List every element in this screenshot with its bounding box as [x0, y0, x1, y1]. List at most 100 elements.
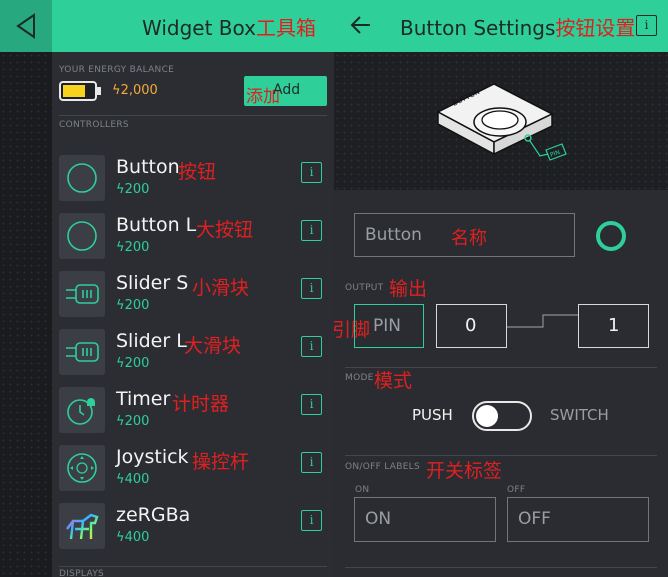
- pin-select-button[interactable]: PIN: [354, 304, 424, 348]
- energy-bolt-icon: ϟ: [116, 530, 125, 545]
- zebra-icon: [59, 503, 105, 549]
- illustration-area: BUTTON PIN: [334, 52, 668, 190]
- widget-price: ϟ200: [116, 298, 150, 313]
- page-title: Widget Box工具箱: [142, 12, 316, 41]
- widget-name: Slider L: [116, 330, 187, 352]
- mode-push-label: PUSH: [412, 406, 453, 424]
- step-line-icon: [507, 314, 578, 328]
- balance-label: YOUR ENERGY BALANCE: [59, 65, 175, 75]
- off-caption: OFF: [507, 485, 526, 495]
- widget-panel: YOUR ENERGY BALANCE ϟ2,000 添加 Add CONTRO…: [52, 52, 334, 577]
- widget-row[interactable]: Joystick 操控杆 ϟ400 i: [52, 443, 334, 501]
- info-button[interactable]: i: [301, 278, 322, 299]
- widget-price: ϟ200: [116, 240, 150, 255]
- add-energy-button[interactable]: 添加 Add: [244, 76, 327, 107]
- displays-label: DISPLAYS: [59, 569, 105, 577]
- slider-icon: [59, 329, 105, 375]
- widget-row[interactable]: Slider S 小滑块 ϟ200 i: [52, 269, 334, 327]
- settings-title-text: Button Settings: [400, 16, 556, 40]
- circle-icon: [59, 155, 105, 201]
- canvas-strip: [0, 52, 52, 577]
- energy-bolt-icon: ϟ: [116, 298, 125, 313]
- timer-icon: [59, 387, 105, 433]
- mode-toggle[interactable]: [472, 401, 532, 431]
- mode-label: MODE: [345, 373, 374, 383]
- circle-icon: [59, 213, 105, 259]
- divider: [59, 566, 327, 567]
- energy-bolt-icon: ϟ: [116, 182, 125, 197]
- widget-name: Joystick: [116, 446, 189, 468]
- controllers-label: CONTROLLERS: [59, 120, 129, 130]
- widget-price: ϟ200: [116, 356, 150, 371]
- widget-row[interactable]: zeRGBa ϟ400 i: [52, 501, 334, 559]
- back-triangle-icon: [16, 13, 35, 39]
- pin-label: PIN: [373, 316, 401, 336]
- widget-annotation: 大滑块: [184, 335, 242, 357]
- divider: [59, 115, 327, 116]
- low-value-input[interactable]: 0: [436, 304, 507, 348]
- widget-row[interactable]: Slider L 大滑块 ϟ200 i: [52, 327, 334, 385]
- high-value-input[interactable]: 1: [578, 304, 649, 348]
- button-illustration-icon: BUTTON PIN: [436, 83, 567, 161]
- on-caption: ON: [355, 485, 370, 495]
- joystick-icon: [59, 445, 105, 491]
- energy-bolt-icon: ϟ: [112, 83, 121, 98]
- widget-name: zeRGBa: [116, 504, 191, 526]
- widget-annotation: 操控杆: [192, 451, 250, 473]
- name-input[interactable]: Button 名称: [354, 213, 575, 257]
- low-value: 0: [465, 315, 477, 336]
- info-button[interactable]: i: [301, 452, 322, 473]
- widget-price: ϟ400: [116, 472, 150, 487]
- button-settings-screen: Button Settings按钮设置 i BUTTON PIN Button …: [334, 0, 668, 577]
- battery-icon: [59, 81, 101, 101]
- back-arrow-icon[interactable]: [350, 14, 372, 36]
- on-label-input[interactable]: ON: [354, 497, 496, 542]
- widget-name: Button L: [116, 214, 197, 236]
- back-button[interactable]: [0, 0, 52, 52]
- info-button[interactable]: i: [301, 394, 322, 415]
- widget-annotation: 小滑块: [192, 277, 250, 299]
- name-annotation: 名称: [451, 228, 487, 249]
- widget-price: ϟ200: [116, 414, 150, 429]
- widget-price: ϟ200: [116, 182, 150, 197]
- energy-bolt-icon: ϟ: [116, 414, 125, 429]
- widget-name: Button: [116, 156, 180, 178]
- page-title-text: Widget Box: [142, 16, 256, 40]
- name-placeholder: Button: [365, 225, 422, 245]
- widget-box-screen: Widget Box工具箱 YOUR ENERGY BALANCE ϟ2,000…: [0, 0, 334, 577]
- settings-header: Button Settings按钮设置 i: [334, 0, 668, 52]
- onoff-labels-label: ON/OFF LABELS: [345, 462, 421, 472]
- info-button[interactable]: i: [301, 510, 322, 531]
- add-label: Add: [273, 82, 301, 98]
- info-button[interactable]: i: [301, 162, 322, 183]
- off-label-input[interactable]: OFF: [507, 497, 649, 542]
- widget-box-header: Widget Box工具箱: [0, 0, 334, 52]
- info-button[interactable]: i: [636, 15, 657, 36]
- widget-name: Slider S: [116, 272, 189, 294]
- widget-annotation: 计时器: [172, 393, 230, 415]
- info-button[interactable]: i: [301, 220, 322, 241]
- settings-title: Button Settings按钮设置: [400, 12, 635, 41]
- output-label: OUTPUT: [345, 283, 384, 293]
- high-value: 1: [608, 315, 620, 336]
- widget-row[interactable]: Button L 大按钮 ϟ200 i: [52, 211, 334, 269]
- widget-row[interactable]: Button 按钮 ϟ200 i: [52, 153, 334, 211]
- page-title-annotation: 工具箱: [255, 16, 316, 40]
- onoff-annotation: 开关标签: [426, 460, 503, 482]
- widget-name: Timer: [116, 388, 171, 410]
- slider-icon: [59, 271, 105, 317]
- mode-switch-label: SWITCH: [550, 406, 609, 424]
- widget-annotation: 按钮: [178, 161, 217, 183]
- off-placeholder: OFF: [518, 509, 551, 529]
- settings-title-annotation: 按钮设置: [555, 16, 636, 40]
- widget-row[interactable]: Timer 计时器 ϟ200 i: [52, 385, 334, 443]
- on-placeholder: ON: [365, 509, 392, 529]
- illustration-pin-label: PIN: [549, 149, 561, 159]
- energy-bolt-icon: ϟ: [116, 472, 125, 487]
- color-picker-button[interactable]: [596, 221, 626, 251]
- info-button[interactable]: i: [301, 336, 322, 357]
- widget-price: ϟ400: [116, 530, 150, 545]
- widget-annotation: 大按钮: [196, 219, 254, 241]
- energy-bolt-icon: ϟ: [116, 240, 125, 255]
- mode-annotation: 模式: [374, 370, 413, 392]
